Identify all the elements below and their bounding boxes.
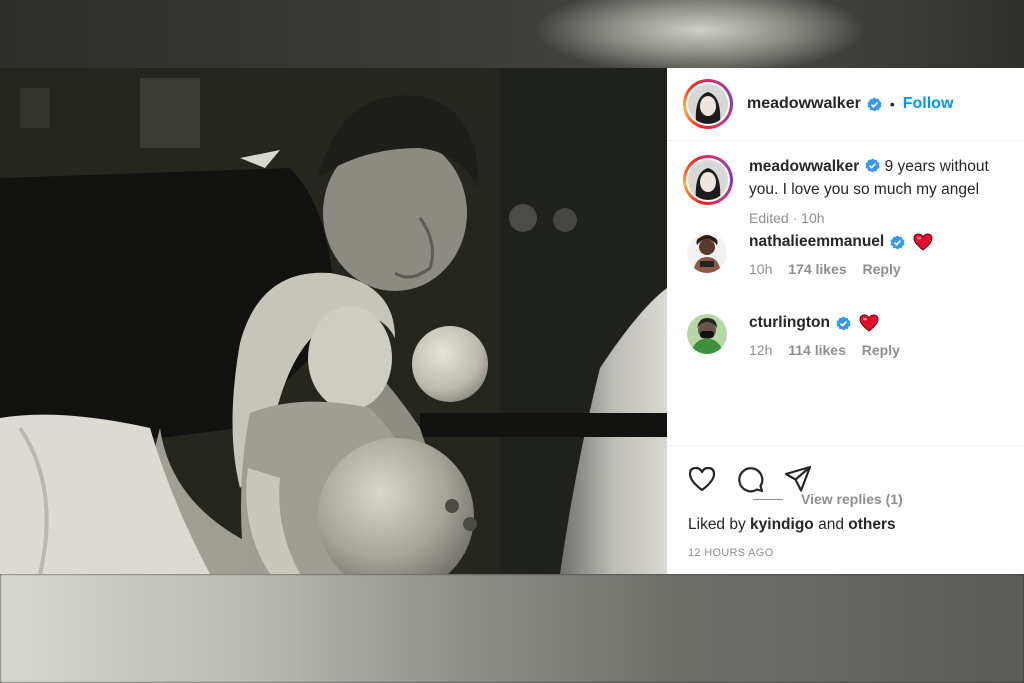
commenter-avatar[interactable] [687, 314, 727, 354]
post-header: meadowwalker • Follow [667, 68, 1024, 141]
red-heart-emoji-icon [859, 314, 879, 332]
verified-badge-icon [836, 315, 851, 331]
verified-badge-icon [867, 96, 882, 112]
red-heart-emoji-icon [913, 233, 933, 251]
author-avatar[interactable] [683, 79, 733, 129]
verified-badge-icon [890, 234, 905, 250]
caption-avatar[interactable] [683, 155, 733, 205]
comments-area[interactable]: meadowwalker 9 years without you. I love… [667, 141, 1024, 507]
post-side-panel: meadowwalker • Follow meadowwalker 9 yea… [667, 68, 1024, 574]
liked-by-prefix: Liked by [688, 516, 746, 533]
comment-likes[interactable]: 174 likes [788, 261, 846, 277]
caption-time: 10h [801, 210, 825, 226]
verified-badge-icon [865, 158, 880, 173]
liked-by-conjunction: and [818, 516, 844, 533]
post-photo[interactable] [0, 68, 667, 574]
caption-text-block: meadowwalker 9 years without you. I love… [749, 155, 1012, 230]
heart-icon[interactable] [687, 464, 717, 494]
liked-by-user[interactable]: kyindigo [750, 516, 814, 533]
comment-icon[interactable] [735, 464, 765, 494]
post-caption: meadowwalker 9 years without you. I love… [683, 155, 1012, 230]
caption-meta: Edited · 10h [749, 207, 1012, 230]
liked-by-others[interactable]: others [848, 516, 895, 533]
share-icon[interactable] [783, 464, 813, 494]
comment-likes[interactable]: 114 likes [788, 342, 846, 358]
header-separator: • [889, 96, 895, 112]
backdrop-bottom [0, 574, 1024, 683]
reply-button[interactable]: Reply [862, 342, 900, 358]
comment-item: nathalieemmanuel 10h 174 likes Reply [687, 233, 933, 277]
commenter-username[interactable]: nathalieemmanuel [749, 233, 884, 251]
author-avatar-image [688, 84, 728, 124]
post-actions [687, 464, 831, 494]
reply-button[interactable]: Reply [863, 261, 901, 277]
backdrop-top [0, 0, 1024, 68]
edited-label: Edited [749, 210, 789, 226]
comment-time: 10h [749, 261, 773, 277]
comment-item: cturlington 12h 114 likes Reply [687, 314, 912, 358]
caption-username[interactable]: meadowwalker [749, 158, 859, 175]
post-timestamp: 12 HOURS AGO [688, 547, 774, 559]
caption-avatar-image [688, 160, 728, 200]
commenter-username[interactable]: cturlington [749, 314, 830, 332]
caption-meta-separator: · [792, 210, 798, 226]
view-replies-line [753, 498, 783, 500]
comment-time: 12h [749, 342, 773, 358]
commenter-avatar[interactable] [687, 233, 727, 273]
author-username[interactable]: meadowwalker [747, 95, 861, 113]
liked-by-text: Liked by kyindigo and others [688, 516, 896, 534]
follow-button[interactable]: Follow [903, 95, 954, 113]
